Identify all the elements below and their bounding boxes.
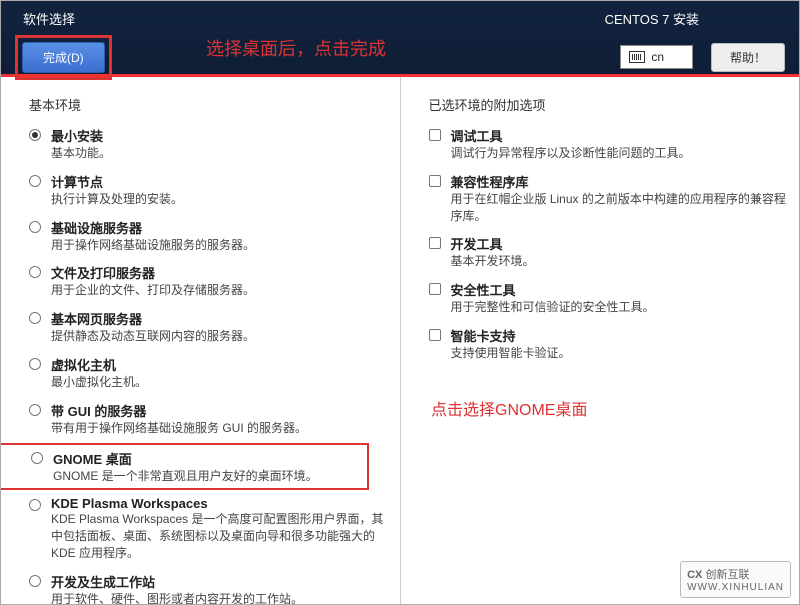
checkbox-icon	[429, 175, 441, 187]
radio-icon	[29, 221, 41, 233]
radio-icon	[29, 175, 41, 187]
watermark-logo: CX 创新互联 WWW.XINHULIAN	[680, 561, 791, 598]
checkbox-icon	[429, 129, 441, 141]
env-option-title: 基本网页服务器	[51, 309, 390, 328]
keyboard-indicator[interactable]: cn	[620, 45, 693, 69]
env-option[interactable]: 计算节点执行计算及处理的安装。	[29, 172, 390, 208]
env-option-desc: 用于软件、硬件、图形或者内容开发的工作站。	[51, 591, 390, 604]
gnome-highlight-box: GNOME 桌面GNOME 是一个非常直观且用户友好的桌面环境。	[1, 443, 369, 491]
addon-option-title: 开发工具	[451, 234, 790, 253]
env-option-title: 开发及生成工作站	[51, 572, 390, 591]
installer-window: 软件选择 CENTOS 7 安装 完成(D) 选择桌面后，点击完成 cn 帮助！…	[0, 0, 800, 605]
checkbox-icon	[429, 329, 441, 341]
env-option-desc: GNOME 是一个非常直观且用户友好的桌面环境。	[53, 468, 361, 485]
done-highlight-box: 完成(D)	[15, 35, 112, 80]
radio-icon	[29, 129, 41, 141]
env-option-desc: 用于操作网络基础设施服务的服务器。	[51, 237, 390, 254]
topbar: 软件选择 CENTOS 7 安装 完成(D) 选择桌面后，点击完成 cn 帮助！	[1, 1, 799, 77]
addon-option-desc: 基本开发环境。	[451, 253, 790, 270]
env-option-title: KDE Plasma Workspaces	[51, 496, 390, 511]
env-option-title: 带 GUI 的服务器	[51, 401, 390, 420]
radio-icon	[29, 358, 41, 370]
addon-option[interactable]: 调试工具调试行为异常程序以及诊断性能问题的工具。	[429, 126, 790, 162]
env-option[interactable]: 最小安装基本功能。	[29, 126, 390, 162]
page-title: 软件选择	[23, 9, 75, 28]
env-option[interactable]: 基础设施服务器用于操作网络基础设施服务的服务器。	[29, 218, 390, 254]
env-option-title: 最小安装	[51, 126, 390, 145]
base-env-title: 基本环境	[29, 95, 390, 114]
logo-brand: CX	[687, 569, 702, 581]
addon-option-desc: 调试行为异常程序以及诊断性能问题的工具。	[451, 145, 790, 162]
addon-option[interactable]: 安全性工具用于完整性和可信验证的安全性工具。	[429, 280, 790, 316]
addon-option-title: 调试工具	[451, 126, 790, 145]
annotation-top: 选择桌面后，点击完成	[206, 35, 386, 61]
env-option[interactable]: 开发及生成工作站用于软件、硬件、图形或者内容开发的工作站。	[29, 572, 390, 604]
radio-icon	[29, 575, 41, 587]
addon-option[interactable]: 兼容性程序库用于在红帽企业版 Linux 的之前版本中构建的应用程序的兼容程序库…	[429, 172, 790, 225]
addon-option-desc: 用于在红帽企业版 Linux 的之前版本中构建的应用程序的兼容程序库。	[451, 191, 790, 225]
env-option[interactable]: 基本网页服务器提供静态及动态互联网内容的服务器。	[29, 309, 390, 345]
install-title: CENTOS 7 安装	[605, 9, 699, 28]
done-button[interactable]: 完成(D)	[22, 42, 105, 73]
env-option-title: 基础设施服务器	[51, 218, 390, 237]
addon-option-desc: 支持使用智能卡验证。	[451, 345, 790, 362]
env-option[interactable]: KDE Plasma WorkspacesKDE Plasma Workspac…	[29, 496, 390, 561]
addon-option[interactable]: 开发工具基本开发环境。	[429, 234, 790, 270]
env-option-desc: 提供静态及动态互联网内容的服务器。	[51, 328, 390, 345]
env-option-title: 虚拟化主机	[51, 355, 390, 374]
addon-option-desc: 用于完整性和可信验证的安全性工具。	[451, 299, 790, 316]
logo-py: WWW.XINHULIAN	[687, 582, 784, 593]
keyboard-label: cn	[651, 50, 664, 64]
addon-option-title: 安全性工具	[451, 280, 790, 299]
radio-icon	[29, 312, 41, 324]
checkbox-icon	[429, 237, 441, 249]
env-option-desc: 基本功能。	[51, 145, 390, 162]
annotation-gnome: 点击选择GNOME桌面	[431, 396, 587, 420]
env-option-desc: 用于企业的文件、打印及存储服务器。	[51, 282, 390, 299]
radio-icon	[29, 266, 41, 278]
env-option-title: GNOME 桌面	[53, 449, 361, 468]
addons-column: 已选环境的附加选项 调试工具调试行为异常程序以及诊断性能问题的工具。兼容性程序库…	[400, 77, 800, 604]
addons-title: 已选环境的附加选项	[429, 95, 790, 114]
env-option[interactable]: 文件及打印服务器用于企业的文件、打印及存储服务器。	[29, 263, 390, 299]
env-option-desc: KDE Plasma Workspaces 是一个高度可配置图形用户界面，其中包…	[51, 511, 390, 561]
base-env-column: 基本环境 最小安装基本功能。计算节点执行计算及处理的安装。基础设施服务器用于操作…	[1, 77, 400, 604]
addon-option-title: 智能卡支持	[451, 326, 790, 345]
env-option-desc: 带有用于操作网络基础设施服务 GUI 的服务器。	[51, 420, 390, 437]
keyboard-icon	[629, 51, 645, 63]
checkbox-icon	[429, 283, 441, 295]
help-button[interactable]: 帮助！	[711, 43, 785, 72]
env-option-title: 计算节点	[51, 172, 390, 191]
radio-icon	[29, 404, 41, 416]
radio-icon	[31, 452, 43, 464]
env-option[interactable]: GNOME 桌面GNOME 是一个非常直观且用户友好的桌面环境。	[7, 449, 361, 485]
env-option[interactable]: 虚拟化主机最小虚拟化主机。	[29, 355, 390, 391]
env-option[interactable]: 带 GUI 的服务器带有用于操作网络基础设施服务 GUI 的服务器。	[29, 401, 390, 437]
env-option-desc: 执行计算及处理的安装。	[51, 191, 390, 208]
env-option-desc: 最小虚拟化主机。	[51, 374, 390, 391]
logo-sub: 创新互联	[705, 569, 749, 581]
env-option-title: 文件及打印服务器	[51, 263, 390, 282]
addon-option[interactable]: 智能卡支持支持使用智能卡验证。	[429, 326, 790, 362]
addon-option-title: 兼容性程序库	[451, 172, 790, 191]
radio-icon	[29, 499, 41, 511]
content-area: 基本环境 最小安装基本功能。计算节点执行计算及处理的安装。基础设施服务器用于操作…	[1, 77, 799, 604]
